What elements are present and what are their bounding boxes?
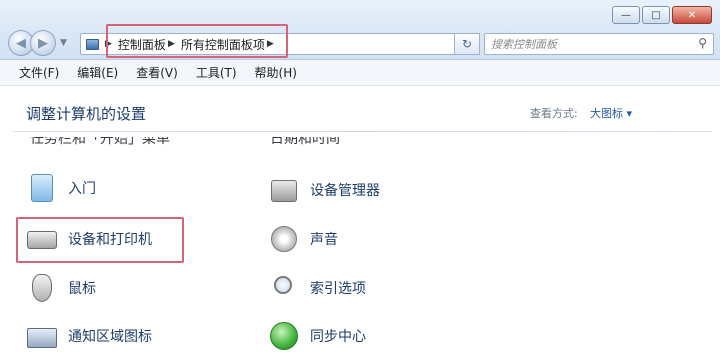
item-label: 设备和打印机: [68, 232, 152, 248]
item-sync-center[interactable]: 同步中心: [268, 319, 366, 353]
item-getting-started[interactable]: 入门: [26, 171, 96, 205]
item-devices-printers[interactable]: 设备和打印机: [26, 222, 152, 256]
search-input[interactable]: 搜索控制面板: [491, 36, 557, 52]
item-sound[interactable]: 声音: [268, 222, 338, 256]
menu-bar: 文件(F) 编辑(E) 查看(V) 工具(T) 帮助(H): [0, 60, 720, 86]
item-label: 索引选项: [310, 281, 366, 297]
menu-file[interactable]: 文件(F): [10, 64, 68, 81]
menu-view[interactable]: 查看(V): [127, 64, 187, 81]
address-bar[interactable]: ▶ 控制面板 ▶ 所有控制面板项 ▶ ▼: [80, 33, 480, 55]
item-label: 同步中心: [310, 329, 366, 345]
list-item-label: 日期和时间: [270, 137, 340, 147]
breadcrumb-separator-icon[interactable]: ▶: [105, 39, 112, 49]
search-box[interactable]: 搜索控制面板 ⚲: [484, 33, 714, 55]
list-item-taskbar-partial[interactable]: 任务栏和「开始」菜单: [30, 137, 250, 149]
item-notification-area[interactable]: 通知区域图标: [26, 319, 152, 353]
recent-pages-dropdown[interactable]: ▼: [60, 38, 67, 48]
notification-area-icon: [26, 320, 58, 352]
maximize-button[interactable]: □: [642, 6, 670, 24]
navigation-buttons: ◀ ▶ ▼: [8, 30, 67, 56]
menu-tools[interactable]: 工具(T): [187, 64, 246, 81]
item-label: 声音: [310, 232, 338, 248]
item-label: 入门: [68, 181, 96, 197]
close-button[interactable]: ✕: [672, 6, 712, 24]
item-indexing-options[interactable]: 索引选项: [268, 271, 366, 305]
item-label: 通知区域图标: [68, 329, 152, 345]
header-divider: [12, 131, 712, 132]
item-label: 鼠标: [68, 281, 96, 297]
breadcrumb-all-items[interactable]: 所有控制面板项: [181, 36, 265, 53]
menu-help[interactable]: 帮助(H): [246, 64, 306, 81]
forward-button[interactable]: ▶: [30, 30, 56, 56]
getting-started-icon: [26, 172, 58, 204]
view-by-dropdown[interactable]: 大图标 ▾: [590, 105, 632, 121]
sync-center-icon: [268, 320, 300, 352]
refresh-button[interactable]: ↻: [454, 33, 480, 55]
printer-icon: [26, 223, 58, 255]
item-label: 设备管理器: [310, 183, 380, 199]
window-controls: — □ ✕: [612, 6, 712, 24]
item-device-manager[interactable]: 设备管理器: [268, 173, 380, 207]
breadcrumb-separator-icon[interactable]: ▶: [168, 39, 175, 49]
mouse-icon: [26, 272, 58, 304]
list-item-datetime-partial[interactable]: 日期和时间: [270, 137, 410, 149]
indexing-options-icon: [268, 272, 300, 304]
view-by-label: 查看方式:: [530, 107, 578, 120]
list-item-label: 任务栏和「开始」菜单: [30, 137, 170, 147]
search-icon[interactable]: ⚲: [698, 36, 707, 50]
title-bar: — □ ✕ ◀ ▶ ▼ ▶ 控制面板 ▶ 所有控制面板项 ▶ ▼ ↻ 搜索控制面…: [0, 0, 720, 60]
main-content: 调整计算机的设置 查看方式: 大图标 ▾ 任务栏和「开始」菜单 日期和时间 入门…: [0, 87, 720, 354]
breadcrumb-separator-icon[interactable]: ▶: [267, 39, 274, 49]
sound-icon: [268, 223, 300, 255]
control-panel-icon: [81, 34, 103, 54]
page-title: 调整计算机的设置: [26, 105, 147, 123]
minimize-button[interactable]: —: [612, 6, 640, 24]
item-mouse[interactable]: 鼠标: [26, 271, 96, 305]
device-manager-icon: [268, 174, 300, 206]
menu-edit[interactable]: 编辑(E): [68, 64, 127, 81]
breadcrumb-control-panel[interactable]: 控制面板: [118, 36, 166, 53]
